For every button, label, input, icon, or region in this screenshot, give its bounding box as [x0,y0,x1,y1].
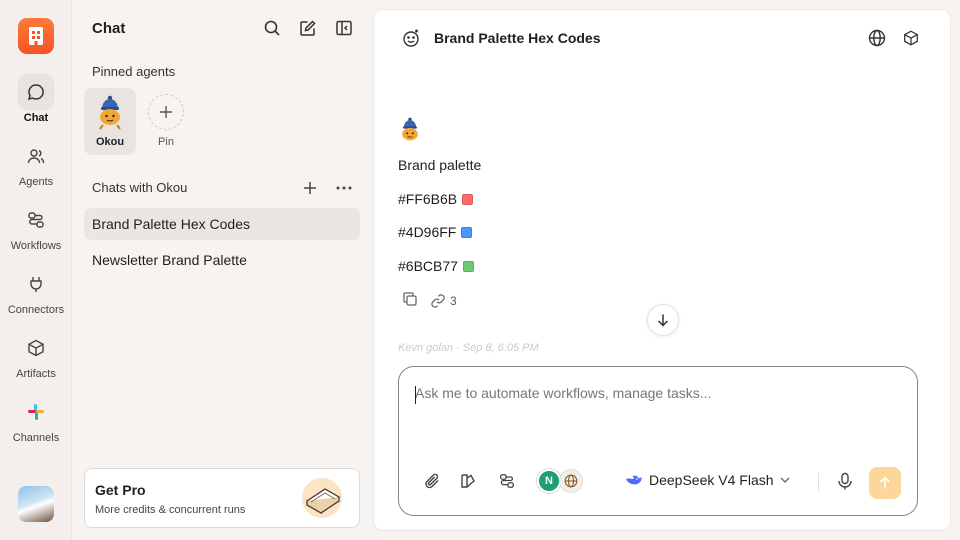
conversation-panel: Brand Palette Hex Codes Brand palette #F… [373,9,951,531]
users-icon [18,138,54,174]
sandwich-illustration-icon [302,478,342,518]
rail-label: Agents [18,176,54,188]
link-icon [431,293,445,308]
search-icon [264,20,280,36]
hex-code: #4D96FF [398,224,457,240]
send-button[interactable] [869,467,901,499]
copy-icon [403,292,417,306]
compose-icon [300,20,316,36]
search-button[interactable] [261,17,283,39]
smile-sparkle-icon [403,29,419,47]
get-pro-card[interactable]: Get Pro More credits & concurrent runs [84,468,360,528]
rail-item-workflows[interactable]: Workflows [0,202,72,252]
app-logo[interactable] [18,18,54,54]
add-chat-button[interactable] [299,177,321,199]
okou-agent-icon [402,117,418,141]
color-row: #6BCB77 [398,258,474,274]
color-swatch [462,193,474,205]
model-name: DeepSeek V4 Flash [649,472,774,488]
rail-label: Workflows [10,240,62,252]
message-composer: N DeepSeek V4 Flash [398,366,918,516]
rail-item-chat[interactable]: Chat [0,74,72,124]
copy-button[interactable] [402,291,418,310]
chats-section-label: Chats with Okou [92,180,188,195]
sources-button[interactable]: 3 [430,293,457,309]
rail-item-channels[interactable]: Channels [0,394,72,444]
toolbar-divider [818,473,819,491]
message-heading: Brand palette [398,157,482,173]
rail-item-agents[interactable]: Agents [0,138,72,188]
sidebar-title: Chat [92,20,126,37]
collapse-sidebar-button[interactable] [333,17,355,39]
chat-item-brand-palette-hex-codes[interactable]: Brand Palette Hex Codes [84,208,360,240]
attach-button[interactable] [421,470,443,492]
plug-icon [18,266,54,302]
get-pro-subtitle: More credits & concurrent runs [95,504,246,516]
chat-bubble-icon [18,74,54,110]
chevron-down-icon [780,477,789,483]
globe-icon [564,474,578,488]
user-avatar[interactable] [18,486,54,522]
text-cursor [415,386,416,404]
sidebar-collapse-icon [336,20,352,36]
tools-button[interactable] [457,470,479,492]
workflow-icon [500,474,514,488]
message-actions: 3 [402,291,457,310]
slack-icon [18,394,54,430]
color-swatch [462,260,474,272]
conversation-header: Brand Palette Hex Codes [374,10,950,66]
rail-label: Artifacts [16,368,56,380]
pinned-agent-okou[interactable]: Okou [84,88,136,155]
arrow-down-icon [657,314,669,327]
globe-icon [868,29,886,47]
pin-label: Pin [158,136,174,148]
pin-agent-button[interactable]: Pin [148,94,184,148]
web-connector-badge[interactable] [559,469,583,493]
sources-count: 3 [450,293,457,308]
workflow-button[interactable] [496,470,518,492]
cube-icon [904,30,918,46]
get-pro-title: Get Pro [95,482,146,498]
agent-emoji-button[interactable] [400,27,422,49]
more-options-button[interactable] [333,177,355,199]
message-input[interactable] [415,385,885,401]
rail-label: Connectors [7,304,65,316]
ellipsis-icon [336,186,352,190]
app-rail: Chat Agents Workflows Connectors Artifac… [0,0,72,540]
voice-input-button[interactable] [834,470,856,492]
building-icon [29,27,43,45]
arrow-up-icon [879,476,891,489]
microphone-icon [838,472,852,490]
hex-code: #FF6B6B [398,191,458,207]
pinned-agent-name: Okou [95,136,125,148]
chat-sidebar: Chat Pinned agents Okou Pin Chats with O… [72,0,372,540]
workflow-icon [18,202,54,238]
deepseek-whale-icon [626,475,642,485]
scroll-to-bottom-button[interactable] [647,304,679,336]
plus-icon [304,182,316,194]
model-selector[interactable]: DeepSeek V4 Flash [625,472,790,488]
color-row: #FF6B6B [398,191,474,207]
rail-label: Chat [23,112,49,124]
paperclip-icon [425,473,439,489]
palette-book-icon [461,474,475,488]
notion-connector-badge[interactable]: N [537,469,561,493]
new-chat-button[interactable] [297,17,319,39]
rail-item-connectors[interactable]: Connectors [0,266,72,316]
conversation-title: Brand Palette Hex Codes [434,30,601,46]
hex-code: #6BCB77 [398,258,458,274]
cube-icon [18,330,54,366]
rail-label: Channels [12,432,60,444]
artifacts-button[interactable] [900,27,922,49]
color-swatch [461,226,473,238]
message-meta: Kevn golan · Sep 8, 6:05 PM [398,342,539,354]
okou-agent-icon [99,95,121,130]
color-row: #4D96FF [398,224,473,240]
rail-item-artifacts[interactable]: Artifacts [0,330,72,380]
chat-item-newsletter-brand-palette[interactable]: Newsletter Brand Palette [84,244,360,276]
pinned-agents-label: Pinned agents [92,64,176,79]
web-access-button[interactable] [866,27,888,49]
plus-icon [148,94,184,130]
